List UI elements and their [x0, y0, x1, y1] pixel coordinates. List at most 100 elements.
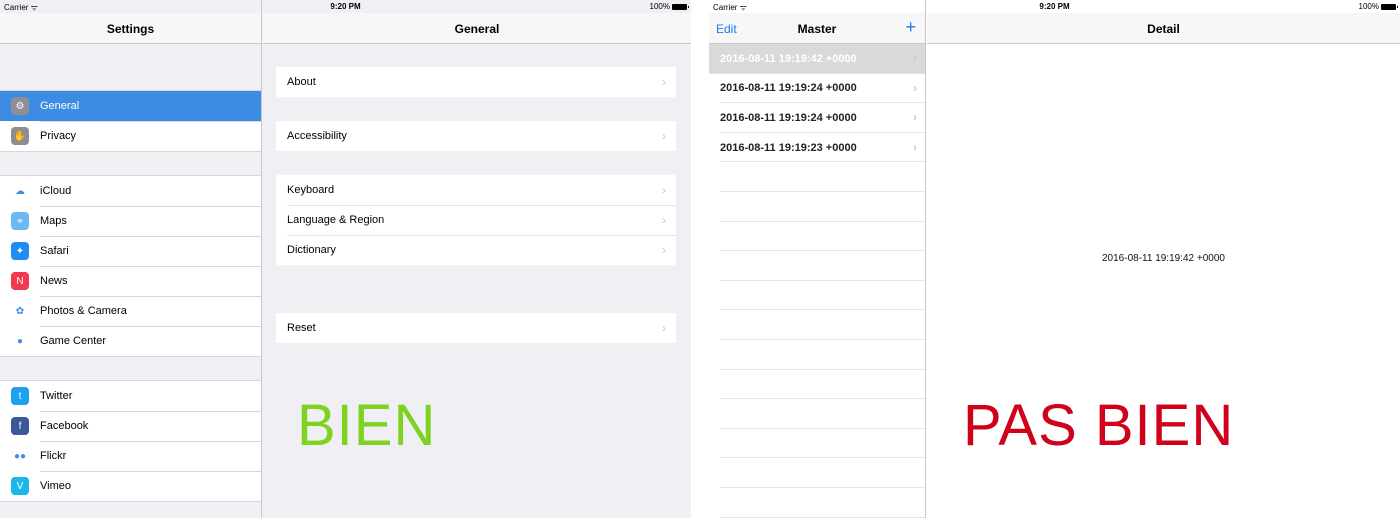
- master-title: Master: [797, 22, 837, 36]
- battery-percent: 100%: [649, 2, 670, 11]
- detail-title: Detail: [1147, 22, 1180, 36]
- table-row[interactable]: 2016-08-11 19:19:24 +0000 ›: [709, 74, 925, 104]
- sidebar-item-flickr[interactable]: ●● Flickr: [0, 441, 261, 471]
- chevron-right-icon: ›: [662, 321, 666, 335]
- sidebar-item-label: Flickr: [40, 450, 67, 462]
- sidebar-item-icloud[interactable]: ☁ iCloud: [0, 176, 261, 206]
- facebook-icon: f: [11, 417, 29, 435]
- compass-icon: ✦: [11, 242, 29, 260]
- battery-icon: [1381, 3, 1398, 10]
- empty-row: [709, 429, 925, 459]
- empty-row: [709, 310, 925, 340]
- sidebar-item-facebook[interactable]: f Facebook: [0, 411, 261, 441]
- chevron-right-icon: ›: [662, 243, 666, 257]
- general-group: Keyboard › Language & Region › Dictionary ›: [276, 175, 676, 265]
- sidebar-item-label: Vimeo: [40, 480, 71, 492]
- empty-row: [709, 251, 925, 281]
- battery-icon: [672, 3, 689, 10]
- photos-icon: ✿: [11, 302, 29, 320]
- master-pane: Edit Master + 2016-08-11 19:19:42 +0000 ›…: [709, 0, 926, 518]
- general-row-reset[interactable]: Reset ›: [276, 313, 676, 343]
- sidebar-item-news[interactable]: N News: [0, 266, 261, 296]
- status-time: 9:20 PM: [1039, 2, 1070, 11]
- chevron-right-icon: ›: [913, 139, 917, 154]
- sidebar-item-label: Photos & Camera: [40, 305, 127, 317]
- settings-group: ☁ iCloud ⌖ Maps ✦ Safari N News ✿ Photos & Camera…: [0, 175, 261, 357]
- settings-group: t Twitter f Facebook ●● Flickr V Vimeo: [0, 380, 261, 502]
- chevron-right-icon: ›: [662, 75, 666, 89]
- sidebar-item-label: Privacy: [40, 130, 77, 142]
- sidebar-item-label: Game Center: [40, 335, 107, 347]
- general-row-label: Dictionary: [287, 244, 336, 256]
- general-group: Accessibility ›: [276, 121, 676, 151]
- sidebar-item-label: Maps: [40, 215, 67, 227]
- chevron-right-icon: ›: [913, 110, 917, 125]
- settings-group: ⚙ General ✋ Privacy: [0, 90, 261, 152]
- chevron-right-icon: ›: [662, 213, 666, 227]
- detail-label: 2016-08-11 19:19:42 +0000: [1102, 253, 1225, 264]
- game-center-icon: ●: [11, 332, 29, 350]
- general-row-label: Language & Region: [287, 214, 385, 226]
- status-bar: Carrier ᯤ 9:20 PM 100%: [0, 0, 691, 13]
- sidebar-item-maps[interactable]: ⌖ Maps: [0, 206, 261, 236]
- cloud-icon: ☁: [11, 182, 29, 200]
- flickr-icon: ●●: [11, 447, 29, 465]
- status-bar: Carrier ᯤ 9:20 PM 100%: [709, 0, 1400, 13]
- table-row[interactable]: 2016-08-11 19:19:24 +0000 ›: [709, 103, 925, 133]
- sidebar-item-photos-camera[interactable]: ✿ Photos & Camera: [0, 296, 261, 326]
- master-navbar: Edit Master +: [709, 13, 925, 44]
- empty-row: [709, 281, 925, 311]
- sidebar-item-label: Twitter: [40, 390, 73, 402]
- empty-row: [709, 192, 925, 222]
- settings-sidebar: Settings ⚙ General ✋ Privacy ☁ iCloud ⌖ Maps ✦ Sa…: [0, 0, 262, 518]
- general-row-keyboard[interactable]: Keyboard ›: [276, 175, 676, 205]
- sidebar-item-label: iCloud: [40, 185, 72, 197]
- sidebar-item-vimeo[interactable]: V Vimeo: [0, 471, 261, 501]
- master-detail-screenshot: Edit Master + 2016-08-11 19:19:42 +0000 ›…: [709, 0, 1400, 518]
- general-title: General: [454, 22, 500, 36]
- general-row-label: Keyboard: [287, 184, 335, 196]
- general-row-label: About: [287, 76, 316, 88]
- sidebar-item-label: General: [40, 100, 80, 112]
- general-row-label: Reset: [287, 322, 316, 334]
- sidebar-item-twitter[interactable]: t Twitter: [0, 381, 261, 411]
- sidebar-item-label: News: [40, 275, 68, 287]
- general-group: About ›: [276, 67, 676, 97]
- empty-row: [709, 370, 925, 400]
- battery-percent: 100%: [1358, 2, 1379, 11]
- sidebar-item-safari[interactable]: ✦ Safari: [0, 236, 261, 266]
- sidebar-item-label: Safari: [40, 245, 69, 257]
- row-label: 2016-08-11 19:19:24 +0000: [720, 82, 857, 95]
- empty-row: [709, 399, 925, 429]
- general-row-label: Accessibility: [287, 130, 347, 142]
- battery-indicator: 100%: [649, 2, 689, 11]
- table-row[interactable]: 2016-08-11 19:19:42 +0000 ›: [709, 44, 925, 74]
- settings-navbar: Settings: [0, 13, 261, 44]
- general-group: Reset ›: [276, 313, 676, 343]
- general-row-language-region[interactable]: Language & Region ›: [276, 205, 676, 235]
- master-list: 2016-08-11 19:19:42 +0000 › 2016-08-11 19:…: [709, 44, 925, 518]
- table-row[interactable]: 2016-08-11 19:19:23 +0000 ›: [709, 133, 925, 163]
- empty-row: [709, 222, 925, 252]
- empty-row: [709, 488, 925, 518]
- sidebar-item-general[interactable]: ⚙ General: [0, 91, 261, 121]
- add-button[interactable]: +: [905, 17, 916, 38]
- maps-icon: ⌖: [11, 212, 29, 230]
- general-row-dictionary[interactable]: Dictionary ›: [276, 235, 676, 265]
- general-row-accessibility[interactable]: Accessibility ›: [276, 121, 676, 151]
- bien-caption: BIEN: [297, 393, 437, 458]
- chevron-right-icon: ›: [662, 183, 666, 197]
- battery-indicator: 100%: [1358, 2, 1398, 11]
- sidebar-item-privacy[interactable]: ✋ Privacy: [0, 121, 261, 151]
- sidebar-item-game-center[interactable]: ● Game Center: [0, 326, 261, 356]
- general-navbar: General: [263, 13, 691, 44]
- general-row-about[interactable]: About ›: [276, 67, 676, 97]
- chevron-right-icon: ›: [662, 129, 666, 143]
- sidebar-item-label: Facebook: [40, 420, 89, 432]
- row-label: 2016-08-11 19:19:23 +0000: [720, 141, 857, 154]
- settings-screenshot: Settings ⚙ General ✋ Privacy ☁ iCloud ⌖ Maps ✦ Sa…: [0, 0, 691, 518]
- twitter-icon: t: [11, 387, 29, 405]
- empty-row: [709, 458, 925, 488]
- row-label: 2016-08-11 19:19:42 +0000: [720, 52, 857, 65]
- hand-icon: ✋: [11, 127, 29, 145]
